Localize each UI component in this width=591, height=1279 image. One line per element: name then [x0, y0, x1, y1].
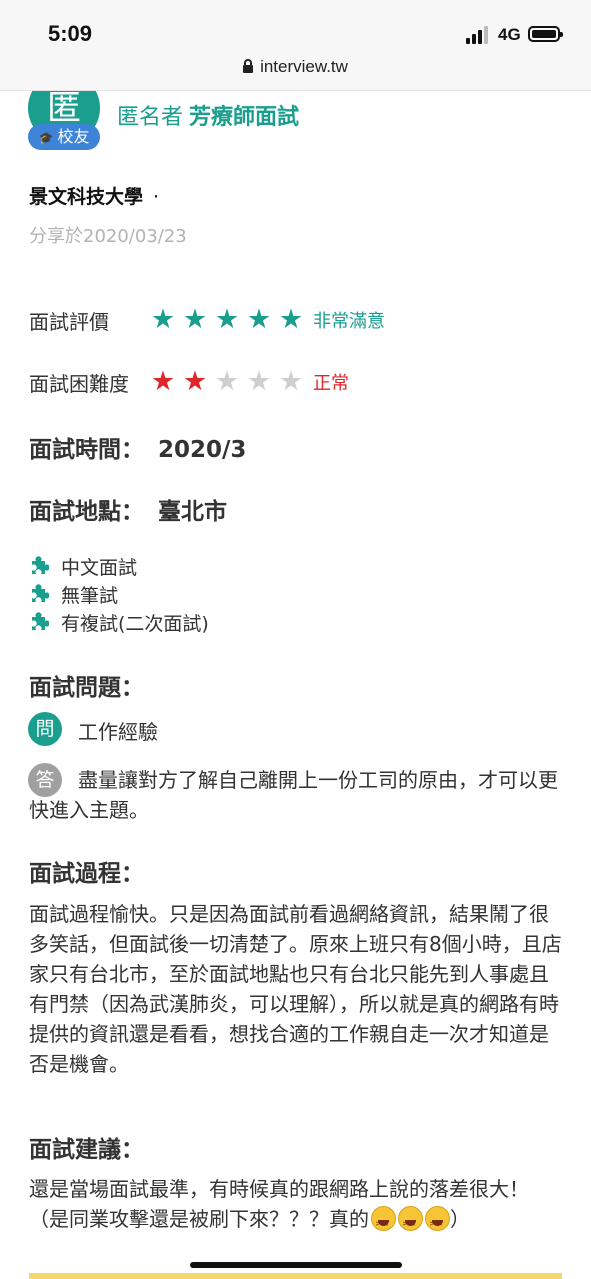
alumni-label: 校友	[57, 127, 90, 146]
time-label: 面試時間：	[29, 437, 144, 463]
difficulty-label: 面試困難度	[29, 371, 129, 396]
process-title: 面試過程：	[29, 861, 144, 887]
process-text: 面試過程愉快。只是因為面試前看過網絡資訊，結果鬧了很多笑話，但面試後一切清楚了。…	[29, 902, 562, 1076]
question-text: 工作經驗	[78, 720, 158, 744]
filled-star-icon: ★	[182, 304, 208, 335]
tag-label: 無筆試	[61, 584, 119, 607]
signal-icon	[466, 26, 492, 44]
home-indicator[interactable]	[190, 1262, 402, 1268]
evaluation-stars: ★ ★ ★ ★ ★	[147, 305, 307, 335]
author-name[interactable]: 匿名者	[117, 105, 183, 130]
difficulty-text: 正常	[313, 373, 349, 394]
place-label: 面試地點：	[29, 499, 144, 525]
tag-item: 無筆試	[29, 580, 209, 608]
difficulty-stars: ★ ★ ★ ★ ★	[147, 367, 307, 397]
filled-star-icon: ★	[246, 304, 272, 335]
laughing-emoji-icon	[398, 1206, 423, 1239]
tag-label: 有複試(二次面試)	[61, 612, 209, 635]
school-separator: ·	[153, 186, 160, 208]
laughing-emoji-icon	[425, 1206, 450, 1239]
battery-icon	[528, 26, 563, 42]
advice-title: 面試建議：	[29, 1137, 144, 1163]
filled-star-icon: ★	[182, 366, 208, 397]
question-badge: 問	[28, 712, 62, 746]
post-title: 匿名者 芳療師面試	[117, 99, 299, 131]
avatar: 匿	[28, 91, 100, 127]
address-bar[interactable]: interview.tw	[0, 57, 591, 77]
evaluation-rating: 面試評價 ★ ★ ★ ★ ★ 非常滿意	[29, 305, 385, 335]
job-title[interactable]: 芳療師面試	[189, 105, 299, 130]
bottom-banner-edge	[29, 1273, 562, 1279]
filled-star-icon: ★	[150, 304, 176, 335]
interview-tags: 中文面試 無筆試 有複試(二次面試)	[29, 552, 209, 636]
school-label: 景文科技大學	[29, 186, 144, 208]
empty-star-icon: ★	[278, 366, 304, 397]
laughing-emoji-icon	[371, 1206, 396, 1239]
puzzle-icon	[32, 612, 49, 630]
time-value: 2020/3	[158, 437, 247, 463]
questions-title: 面試問題：	[29, 675, 144, 701]
tag-item: 有複試(二次面試)	[29, 608, 209, 636]
status-bar: 5:09 4G interview.tw	[0, 0, 591, 91]
interview-time: 面試時間： 2020/3	[29, 430, 246, 464]
url-text: interview.tw	[260, 57, 348, 76]
lock-icon	[243, 59, 254, 73]
filled-star-icon: ★	[278, 304, 304, 335]
alumni-badge: 🎓 校友	[28, 124, 100, 150]
tag-label: 中文面試	[61, 556, 138, 579]
shared-date: 分享於2020/03/23	[29, 226, 187, 247]
filled-star-icon: ★	[214, 304, 240, 335]
filled-star-icon: ★	[150, 366, 176, 397]
difficulty-rating: 面試困難度 ★ ★ ★ ★ ★ 正常	[29, 367, 349, 397]
interview-place: 面試地點： 臺北市	[29, 492, 227, 526]
advice-text-end: ）	[450, 1207, 470, 1231]
advice-text: 還是當場面試最準，有時候真的跟網路上說的落差很大！（是同業攻擊還是被刷下來？？？…	[29, 1174, 564, 1239]
puzzle-icon	[32, 556, 49, 574]
answer-text: 盡量讓對方了解自己離開上一份工司的原由，才可以更快進入主題。	[29, 768, 558, 822]
status-time: 5:09	[48, 21, 93, 46]
network-label: 4G	[498, 25, 521, 44]
empty-star-icon: ★	[214, 366, 240, 397]
evaluation-label: 面試評價	[29, 309, 109, 334]
puzzle-icon	[32, 584, 49, 602]
place-value: 臺北市	[158, 499, 227, 525]
graduation-cap-icon: 🎓	[38, 131, 54, 145]
evaluation-text: 非常滿意	[313, 311, 385, 332]
empty-star-icon: ★	[246, 366, 272, 397]
school-name[interactable]: 景文科技大學 ·	[29, 182, 159, 209]
tag-item: 中文面試	[29, 552, 209, 580]
avatar-char: 匿	[28, 91, 100, 127]
